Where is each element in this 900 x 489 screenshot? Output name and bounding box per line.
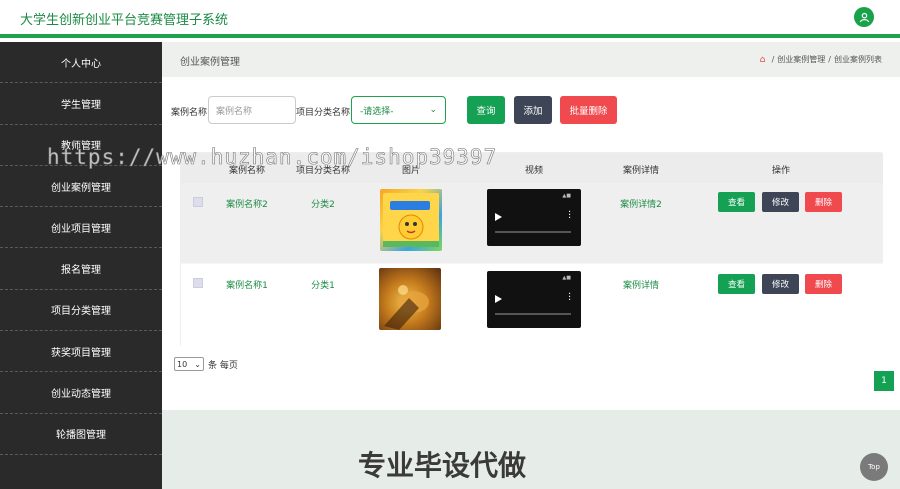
footer-banner: 专业毕设代做 bbox=[162, 410, 900, 489]
user-icon[interactable] bbox=[854, 7, 874, 27]
sidebar-item-projects[interactable]: 创业项目管理 bbox=[0, 207, 162, 249]
more-icon[interactable]: · · · bbox=[568, 290, 571, 306]
sidebar-item-profile[interactable]: 个人中心 bbox=[0, 42, 162, 84]
title-bar: 创业案例管理 ⌂ / 创业案例管理 / 创业案例列表 bbox=[162, 42, 900, 77]
edit-button[interactable]: 修改 bbox=[762, 274, 799, 294]
sidebar-item-label: 报名管理 bbox=[61, 265, 101, 277]
sidebar: 个人中心 学生管理 教师管理 创业案例管理 创业项目管理 报名管理 项目分类管理… bbox=[0, 42, 162, 489]
delete-button[interactable]: 删除 bbox=[805, 192, 842, 212]
case-detail-cell: 案例详情 bbox=[622, 281, 660, 291]
page-size-suffix: 条 每页 bbox=[208, 360, 238, 371]
table-row: 案例名称1 分类1 ▲■ · · · 案例详情 查看 修改 删除 bbox=[181, 264, 883, 346]
category-select-value: -请选择- bbox=[360, 106, 394, 117]
page-title: 创业案例管理 bbox=[180, 57, 240, 68]
delete-button[interactable]: 删除 bbox=[805, 274, 842, 294]
case-detail-cell: 案例详情2 bbox=[620, 200, 662, 210]
main-content: 创业案例管理 ⌂ / 创业案例管理 / 创业案例列表 案例名称 案例名称 项目分… bbox=[162, 42, 900, 489]
category-label: 项目分类名称 bbox=[296, 108, 351, 118]
video-logo-icon: ▲■ bbox=[562, 275, 571, 281]
page-size-select[interactable]: 10 ⌄ bbox=[174, 357, 204, 371]
category-cell: 分类1 bbox=[311, 281, 335, 291]
case-name-label: 案例名称 bbox=[171, 108, 208, 118]
query-button[interactable]: 查询 bbox=[467, 96, 505, 124]
chevron-down-icon: ⌄ bbox=[429, 105, 437, 115]
chevron-down-icon: ⌄ bbox=[194, 359, 201, 369]
column-header: 案例详情 bbox=[622, 166, 660, 176]
column-header: 操作 bbox=[771, 166, 791, 176]
sidebar-item-teachers[interactable]: 教师管理 bbox=[0, 125, 162, 166]
column-header: 视频 bbox=[524, 166, 544, 176]
home-icon[interactable]: ⌂ bbox=[760, 55, 769, 64]
sidebar-item-awards[interactable]: 获奖项目管理 bbox=[0, 331, 162, 373]
column-header: 案例名称 bbox=[228, 166, 266, 176]
play-icon[interactable] bbox=[495, 295, 502, 303]
category-select[interactable]: -请选择- ⌄ bbox=[351, 96, 446, 124]
sidebar-item-label: 创业案例管理 bbox=[51, 182, 111, 194]
page-size-control: 10 ⌄ 条 每页 bbox=[174, 357, 238, 371]
column-header: 项目分类名称 bbox=[295, 166, 351, 176]
video-progress[interactable] bbox=[495, 231, 571, 233]
sidebar-item-label: 获奖项目管理 bbox=[51, 347, 111, 359]
sidebar-item-label: 个人中心 bbox=[61, 58, 101, 70]
table-header: 案例名称 项目分类名称 图片 视频 案例详情 操作 bbox=[181, 153, 883, 183]
view-button[interactable]: 查看 bbox=[718, 192, 755, 212]
footer-ad-text: 专业毕设代做 bbox=[358, 449, 527, 482]
page-number-button[interactable]: 1 bbox=[874, 371, 894, 391]
sidebar-item-registration[interactable]: 报名管理 bbox=[0, 248, 162, 290]
add-button[interactable]: 添加 bbox=[514, 96, 552, 124]
sidebar-item-categories[interactable]: 项目分类管理 bbox=[0, 290, 162, 332]
edit-button[interactable]: 修改 bbox=[762, 192, 799, 212]
case-image[interactable] bbox=[379, 268, 441, 330]
more-icon[interactable]: · · · bbox=[568, 208, 571, 224]
sidebar-item-label: 项目分类管理 bbox=[51, 306, 111, 318]
sidebar-item-cases[interactable]: 创业案例管理 bbox=[0, 166, 162, 208]
case-video[interactable]: ▲■ · · · bbox=[487, 271, 581, 328]
category-cell: 分类2 bbox=[311, 200, 335, 210]
view-button[interactable]: 查看 bbox=[718, 274, 755, 294]
breadcrumb: ⌂ / 创业案例管理 / 创业案例列表 bbox=[759, 54, 882, 65]
case-name-cell[interactable]: 案例名称2 bbox=[226, 197, 268, 210]
breadcrumb-item: 创业案例列表 bbox=[834, 55, 882, 64]
search-bar: 案例名称 案例名称 项目分类名称 -请选择- ⌄ 查询 添加 批量删除 bbox=[162, 96, 900, 126]
video-logo-icon: ▲■ bbox=[562, 193, 571, 199]
sidebar-item-label: 轮播图管理 bbox=[56, 430, 106, 442]
sidebar-item-label: 创业项目管理 bbox=[51, 223, 111, 235]
case-image[interactable] bbox=[380, 189, 442, 251]
case-name-cell[interactable]: 案例名称1 bbox=[226, 278, 268, 291]
row-checkbox[interactable] bbox=[193, 197, 203, 207]
app-title: 大学生创新创业平台竞赛管理子系统 bbox=[20, 13, 229, 28]
batch-delete-button[interactable]: 批量删除 bbox=[560, 96, 617, 124]
table-row: 案例名称2 分类2 ▲■ · · · 案例详情2 查看 修改 删除 bbox=[181, 183, 883, 263]
breadcrumb-item[interactable]: 创业案例管理 bbox=[777, 54, 825, 65]
sidebar-item-carousel[interactable]: 轮播图管理 bbox=[0, 414, 162, 455]
back-to-top-button[interactable]: Top bbox=[860, 453, 888, 481]
top-header: 大学生创新创业平台竞赛管理子系统 bbox=[0, 0, 900, 38]
sidebar-item-news[interactable]: 创业动态管理 bbox=[0, 372, 162, 414]
sidebar-item-label: 学生管理 bbox=[61, 99, 101, 111]
sidebar-item-students[interactable]: 学生管理 bbox=[0, 83, 162, 125]
sidebar-item-label: 创业动态管理 bbox=[51, 389, 111, 401]
case-video[interactable]: ▲■ · · · bbox=[487, 189, 581, 246]
play-icon[interactable] bbox=[495, 213, 502, 221]
case-name-input[interactable]: 案例名称 bbox=[208, 96, 296, 124]
case-table: 案例名称 项目分类名称 图片 视频 案例详情 操作 案例名称2 分类2 ▲■ ·… bbox=[180, 152, 883, 346]
column-header: 图片 bbox=[401, 166, 421, 176]
video-progress[interactable] bbox=[495, 313, 571, 315]
sidebar-item-label: 教师管理 bbox=[61, 141, 101, 153]
row-checkbox[interactable] bbox=[193, 278, 203, 288]
